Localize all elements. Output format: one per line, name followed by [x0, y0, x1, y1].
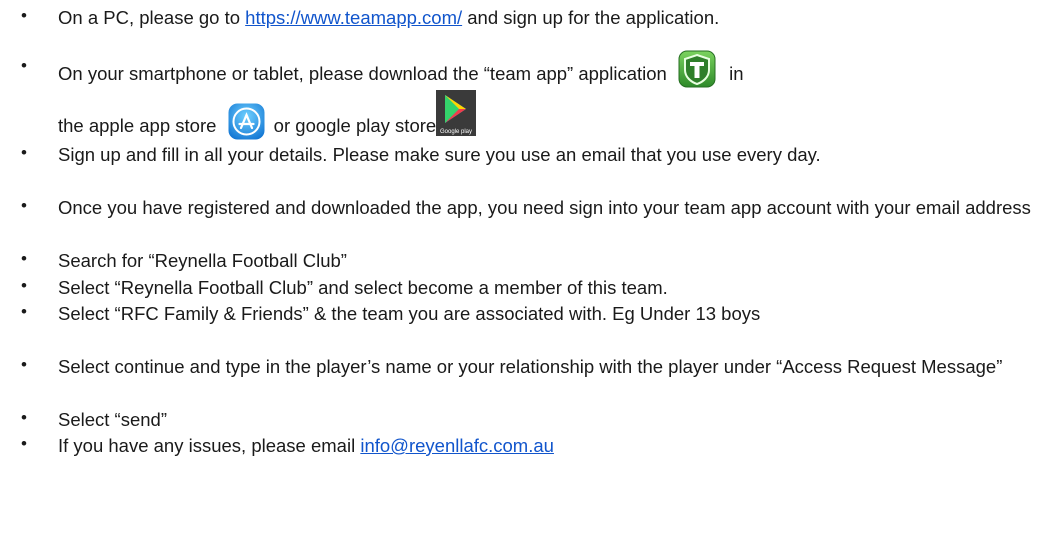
bullet: • [21, 408, 27, 427]
app-store-icon [228, 103, 265, 140]
bullet: • [21, 249, 27, 268]
list-item-text: Select “RFC Family & Friends” & the team… [58, 303, 761, 324]
list-item-text: Select “send” [58, 409, 167, 430]
email-link[interactable]: info@reyenllafc.com.au [360, 435, 554, 456]
google-play-icon: Google play [436, 90, 477, 136]
svg-text:Google play: Google play [440, 129, 472, 135]
list-item-text: Sign up and fill in all your details. Pl… [58, 144, 821, 165]
list-item-text: Once you have registered and downloaded … [58, 197, 1031, 218]
bullet: • [21, 56, 27, 75]
bullet: • [21, 196, 27, 215]
bullet: • [21, 143, 27, 162]
bullet: • [21, 355, 27, 374]
team-app-icon [678, 50, 716, 88]
list-item-text: Search for “Reynella Football Club” [58, 250, 347, 271]
document: • On a PC, please go to https://www.team… [0, 0, 1047, 544]
list-item-text: On a PC, please go to https://www.teamap… [58, 7, 720, 28]
list-item-text: If you have any issues, please email inf… [58, 435, 554, 456]
bullet: • [21, 434, 27, 453]
bullet: • [21, 302, 27, 321]
list-item-text: On your smartphone or tablet, please dow… [58, 50, 1033, 94]
teamapp-link[interactable]: https://www.teamapp.com/ [245, 7, 462, 28]
list-item-text: Select continue and type in the player’s… [58, 356, 1003, 377]
bullet: • [21, 276, 27, 295]
list-item-text: Select “Reynella Football Club” and sele… [58, 277, 668, 298]
bullet: • [21, 6, 27, 25]
